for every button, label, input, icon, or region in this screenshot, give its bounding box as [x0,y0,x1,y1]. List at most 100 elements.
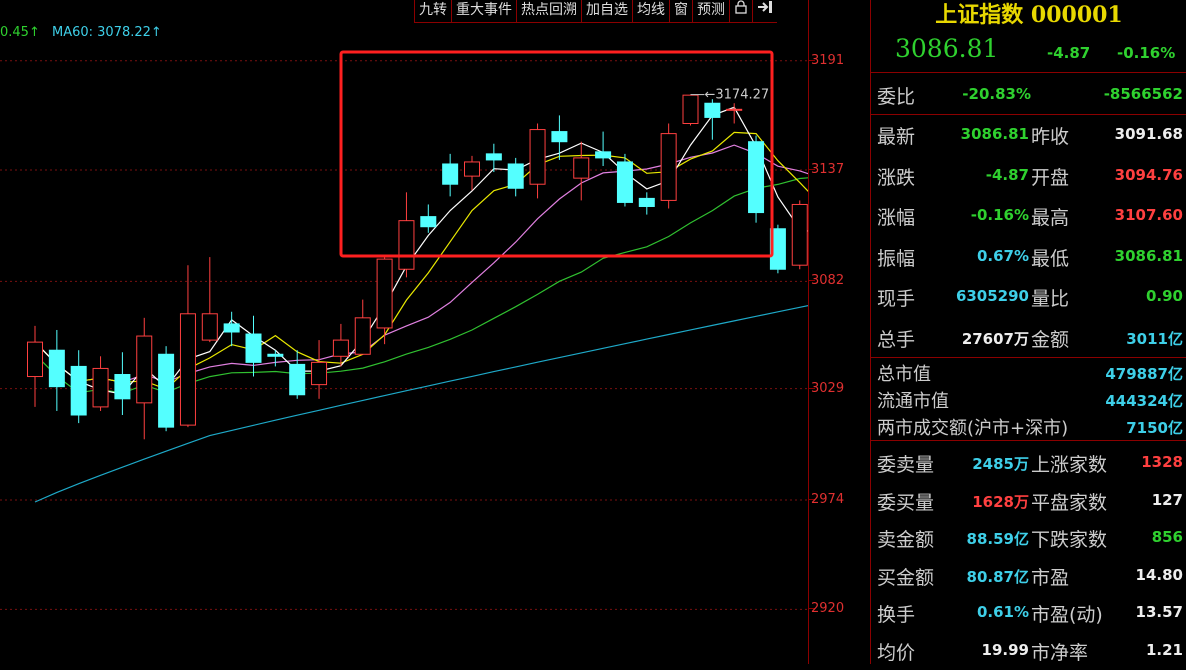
stat-label: 委买量 [877,491,935,514]
high-annotation-label: ←3174.27 [705,88,770,103]
market-value: 444324亿 [1105,392,1183,410]
stat-value: 127 [1151,490,1183,509]
quote-row: 最新 3086.81 昨收 3091.68 [871,114,1186,154]
stat-label: 市盈 [1031,566,1070,589]
index-title[interactable]: 上证指数 000001 [871,0,1186,30]
quote-label: 金额 [1031,328,1070,351]
quote-label: 开盘 [1031,166,1070,189]
exit-panel-icon[interactable] [752,0,777,22]
candle-body [573,157,590,179]
candle-body [376,258,393,329]
toolbar-forecast-button[interactable]: 预测 [692,0,729,22]
candle-body [551,131,568,143]
quote-row: 涨幅 -0.16% 最高 3107.60 [871,195,1186,235]
quote-row: 现手 6305290 量比 0.90 [871,276,1186,316]
stat-row: 卖金额 88.59亿 下跌家数 856 [871,517,1186,557]
quote-value: 6305290 [955,287,1029,305]
market-label: 流通市值 [877,391,949,412]
candle-body [682,94,699,124]
kline-chart[interactable]: ←3174.27 [0,0,808,664]
quote-label: 昨收 [1031,126,1070,148]
weibi-diff: -8566562 [1103,85,1183,103]
stat-value: 19.99 [981,640,1029,659]
stat-label: 卖金额 [877,529,935,551]
kline-chart-area[interactable]: ←3174.27 0.45↑ MA60: 3078.22↑ 九转 重大事件 热点… [0,0,808,664]
quote-value: 3011亿 [1126,329,1183,348]
ma-legend: 0.45↑ MA60: 3078.22↑ [0,25,162,40]
stat-value: 1328 [1141,453,1183,471]
candle-body [48,349,65,388]
market-label: 总市值 [877,364,931,385]
last-price: 3086.81 [895,34,999,63]
candle-body [507,163,524,189]
candle-body [529,129,546,185]
toolbar-ma-button[interactable]: 均线 [632,0,669,22]
quote-value: 27607万 [961,329,1029,348]
weibi-pct: -20.83% [962,85,1031,103]
candle-body [27,341,43,378]
stat-label: 委卖量 [877,454,935,476]
candle-body [179,313,196,426]
toolbar-jiuzhuan-button[interactable]: 九转 [414,0,451,22]
price-change-pct: -0.16% [1117,44,1176,62]
candle-body [92,367,109,408]
quote-label: 现手 [877,288,916,310]
candle-body [442,163,459,185]
ma-legend-prefix: 0.45↑ [0,25,40,40]
stat-value: 1628万 [972,492,1029,511]
stat-row: 委卖量 2485万 上涨家数 1328 [871,442,1186,482]
market-label: 两市成交额(沪市+深市) [877,418,1069,439]
candle-body [464,161,480,177]
stat-value: 856 [1151,528,1183,546]
toolbar-major-events-button[interactable]: 重大事件 [451,0,516,22]
stat-value: 1.21 [1145,640,1183,659]
price-row: 3086.81 -4.87 -0.16% [871,34,1186,70]
stat-row: 换手 0.61% 市盈(动) 13.57 [871,592,1186,632]
quote-label: 量比 [1031,288,1070,310]
quote-label: 振幅 [877,247,916,270]
quote-value: 3094.76 [1114,165,1183,184]
market-value: 479887亿 [1105,365,1183,383]
ma60-legend: MA60: 3078.22↑ [51,25,162,40]
quote-label: 总手 [877,328,916,351]
toolbar-window-button[interactable]: 窗 [669,0,692,22]
candle-body [70,365,87,416]
candle-body [420,216,437,228]
quote-value: 3107.60 [1114,206,1183,224]
candle-body [704,102,721,118]
price-change: -4.87 [1047,44,1091,62]
toolbar-hotspot-review-button[interactable]: 热点回溯 [516,0,581,22]
candle-body [398,220,415,270]
candle-body [136,335,153,404]
quote-row: 振幅 0.67% 最低 3086.81 [871,236,1186,276]
market-value: 7150亿 [1126,419,1183,437]
lock-icon[interactable] [729,0,752,22]
market-row: 流通市值 444324亿 [871,386,1186,412]
candle-body [748,141,765,214]
stat-value: 13.57 [1135,603,1183,621]
stat-row: 买金额 80.87亿 市盈 14.80 [871,555,1186,595]
quote-value: 3086.81 [1114,246,1183,265]
stat-value: 0.61% [976,603,1029,621]
toolbar-add-watchlist-button[interactable]: 加自选 [581,0,632,22]
candle-body [485,153,502,161]
candle-body [595,151,612,159]
candle-body [332,339,349,357]
stat-label: 买金额 [877,566,935,589]
quote-row: 涨跌 -4.87 开盘 3094.76 [871,155,1186,195]
weibi-row: 委比 -20.83% -8566562 [871,74,1186,114]
market-row: 总市值 479887亿 [871,359,1186,385]
candle-body [114,374,131,400]
candle-body [791,203,808,266]
candle-body [311,361,328,386]
candle-body [726,108,743,111]
candle-body [616,161,633,203]
candle-body [638,197,655,207]
stat-label: 换手 [877,604,916,626]
quote-label: 最高 [1031,207,1070,229]
stat-label: 均价 [877,641,916,664]
stat-row: 委买量 1628万 平盘家数 127 [871,480,1186,520]
quote-row: 总手 27607万 金额 3011亿 [871,317,1186,357]
quote-label: 涨幅 [877,207,916,229]
candle-body [354,317,371,355]
